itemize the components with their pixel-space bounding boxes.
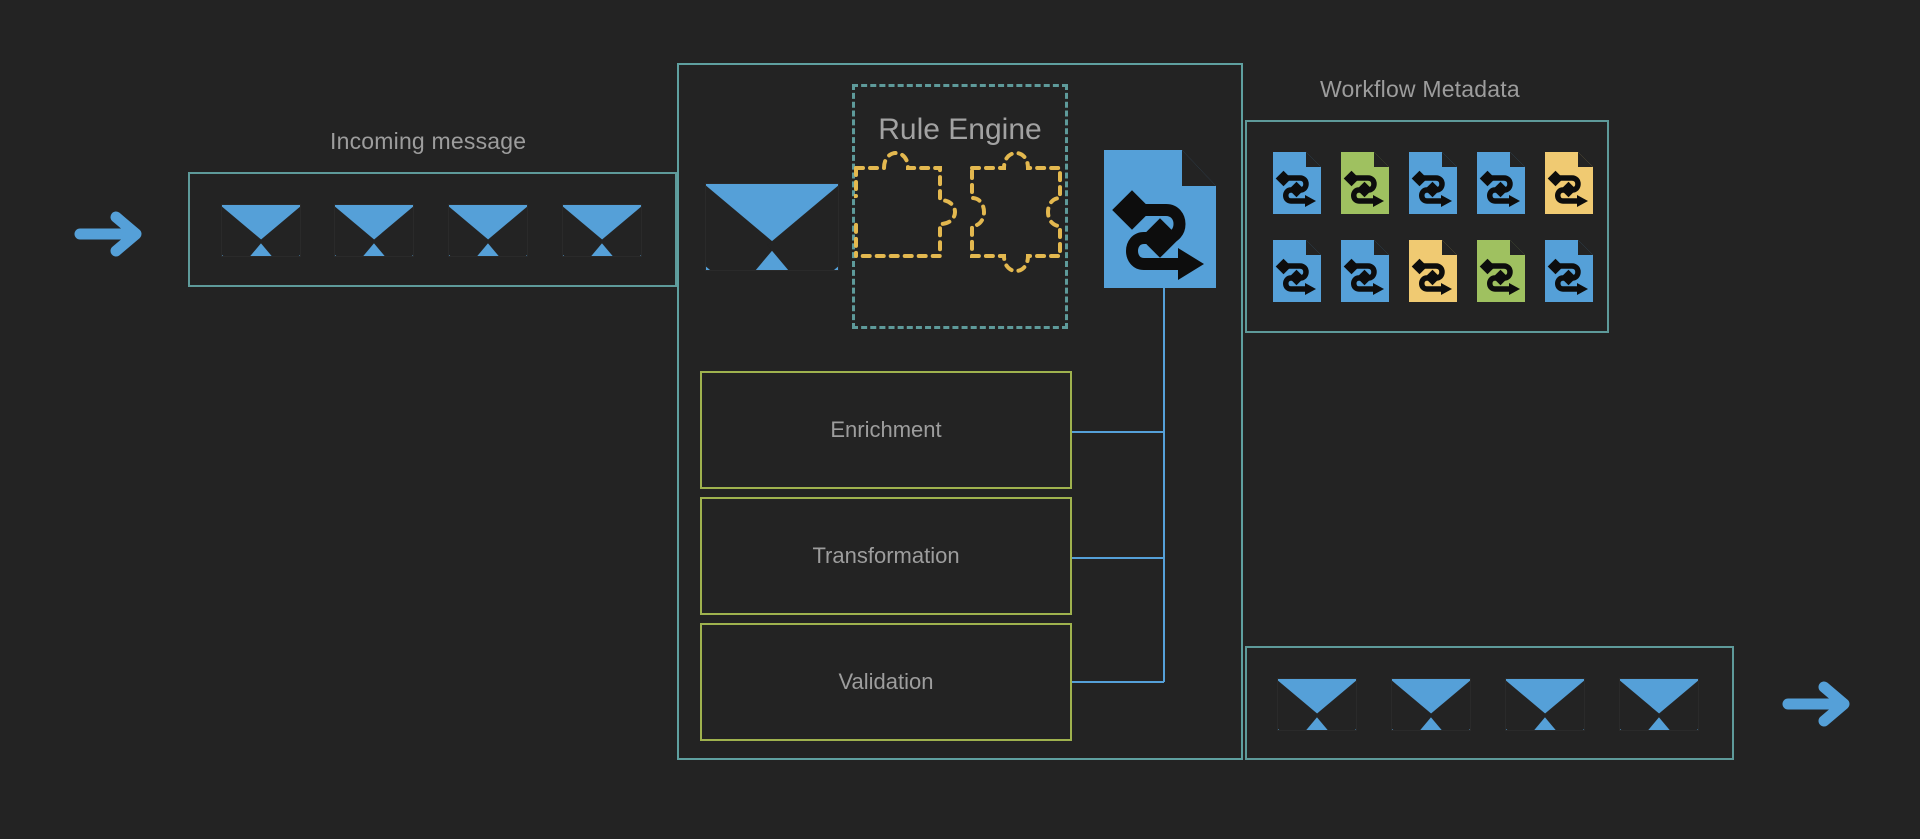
out-envelope-2 [1391, 678, 1471, 731]
connector-transformation [1072, 557, 1164, 559]
wf-doc-10 [1545, 240, 1593, 302]
envelope-2 [334, 204, 414, 257]
wf-doc-4 [1477, 152, 1525, 214]
diagram-canvas: Incoming message Rule Engine Enrichment … [0, 0, 1920, 839]
connector-trunk [1163, 288, 1165, 682]
envelope-inbound [705, 183, 839, 271]
connector-enrichment [1072, 431, 1164, 433]
envelope-1 [221, 204, 301, 257]
envelope-4 [562, 204, 642, 257]
wf-doc-6 [1273, 240, 1321, 302]
step-transformation[interactable]: Transformation [700, 497, 1072, 615]
envelope-3 [448, 204, 528, 257]
workflow-metadata-label: Workflow Metadata [1320, 76, 1520, 102]
out-envelope-4 [1619, 678, 1699, 731]
input-flow-arrow [72, 205, 148, 263]
step-validation[interactable]: Validation [700, 623, 1072, 741]
step-enrichment-label: Enrichment [830, 417, 942, 442]
output-flow-arrow [1780, 675, 1856, 733]
wf-doc-5 [1545, 152, 1593, 214]
incoming-message-label: Incoming message [330, 128, 527, 154]
step-enrichment[interactable]: Enrichment [700, 371, 1072, 489]
out-envelope-1 [1277, 678, 1357, 731]
wf-doc-2 [1341, 152, 1389, 214]
step-validation-label: Validation [838, 669, 934, 694]
wf-doc-8 [1409, 240, 1457, 302]
wf-doc-1 [1273, 152, 1321, 214]
step-transformation-label: Transformation [812, 543, 960, 568]
wf-doc-3 [1409, 152, 1457, 214]
wf-doc-7 [1341, 240, 1389, 302]
connector-validation [1072, 681, 1164, 683]
out-envelope-3 [1505, 678, 1585, 731]
wf-doc-9 [1477, 240, 1525, 302]
workflow-document-icon [1104, 150, 1216, 288]
rule-engine-puzzle-pieces [854, 140, 1068, 328]
